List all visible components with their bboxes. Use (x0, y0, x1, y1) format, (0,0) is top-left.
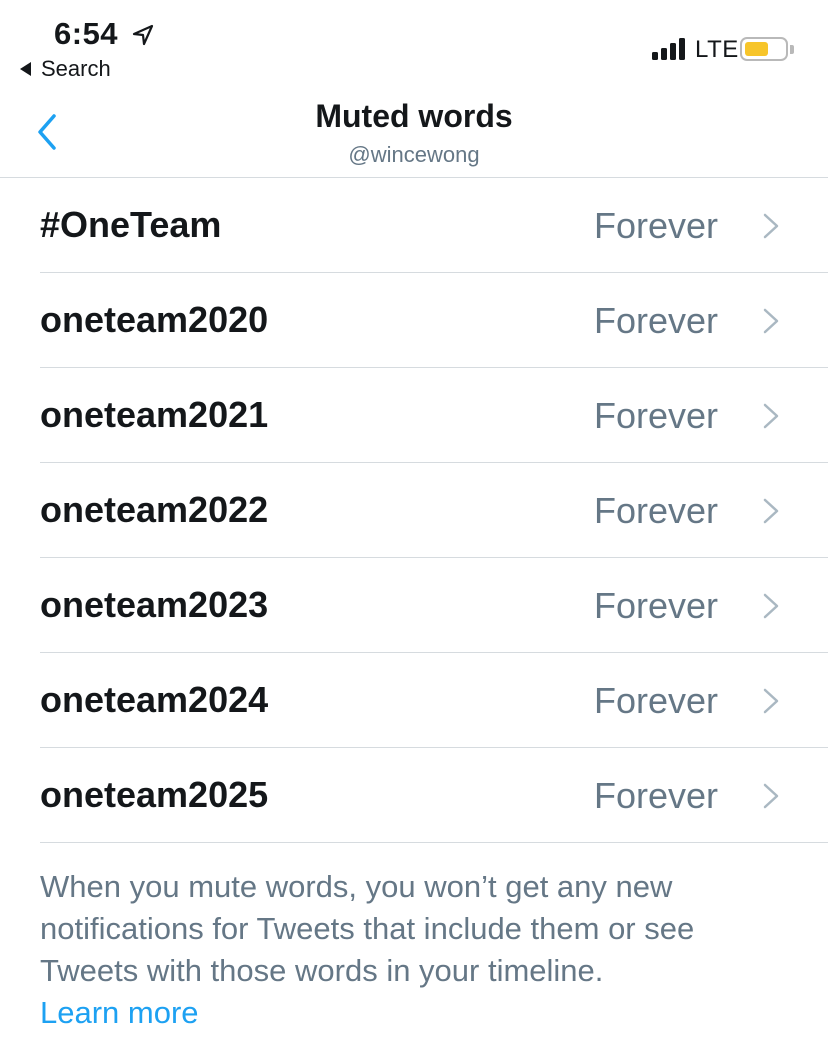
muted-word-row[interactable]: oneteam2023 Forever (40, 558, 828, 653)
muted-word: oneteam2025 (40, 774, 269, 815)
muted-word: #OneTeam (40, 204, 222, 245)
mute-duration: Forever (593, 490, 718, 531)
chevron-right-icon (763, 308, 779, 334)
location-arrow-icon (132, 24, 154, 46)
back-triangle-icon (20, 62, 31, 76)
mute-duration: Forever (593, 775, 718, 816)
muted-word: oneteam2021 (40, 394, 269, 435)
battery-level (745, 42, 768, 56)
network-type: LTE (695, 36, 739, 63)
chevron-right-icon (763, 688, 779, 714)
nav-bar: Muted words @wincewong (0, 92, 828, 178)
muted-word-row[interactable]: oneteam2022 Forever (40, 463, 828, 558)
muted-word: oneteam2024 (40, 679, 269, 720)
mute-duration: Forever (593, 395, 718, 436)
back-to-app-link[interactable]: Search (20, 56, 111, 82)
muted-word-row[interactable]: oneteam2025 Forever (40, 748, 828, 843)
battery-nub (790, 45, 794, 54)
back-app-label: Search (41, 56, 111, 81)
status-bar: 6:54 Search LTE (0, 0, 828, 92)
muted-words-list: #OneTeam Forever oneteam2020 Forever one… (0, 178, 828, 843)
learn-more-link[interactable]: Learn more (40, 992, 800, 1034)
muted-word-row[interactable]: oneteam2020 Forever (40, 273, 828, 368)
muted-words-screen: 6:54 Search LTE Muted words @wincewong # (0, 0, 828, 1044)
chevron-right-icon (763, 593, 779, 619)
battery-icon (740, 37, 788, 61)
muted-word-row[interactable]: #OneTeam Forever (40, 178, 828, 273)
mute-duration: Forever (593, 300, 718, 341)
chevron-right-icon (763, 498, 779, 524)
muted-word: oneteam2023 (40, 584, 269, 625)
muted-words-explanation: When you mute words, you won’t get any n… (40, 866, 800, 1034)
cellular-signal-icon (652, 38, 685, 60)
account-handle: @wincewong (348, 142, 480, 167)
explanation-text: When you mute words, you won’t get any n… (40, 869, 695, 988)
mute-duration: Forever (593, 585, 718, 626)
muted-word: oneteam2022 (40, 489, 269, 530)
mute-duration: Forever (593, 205, 718, 246)
muted-word-row[interactable]: oneteam2021 Forever (40, 368, 828, 463)
chevron-right-icon (763, 213, 779, 239)
chevron-right-icon (763, 403, 779, 429)
muted-word: oneteam2020 (40, 299, 269, 340)
status-time: 6:54 (54, 16, 119, 51)
chevron-right-icon (763, 783, 779, 809)
page-title: Muted words (315, 98, 513, 134)
muted-word-row[interactable]: oneteam2024 Forever (40, 653, 828, 748)
mute-duration: Forever (593, 680, 718, 721)
